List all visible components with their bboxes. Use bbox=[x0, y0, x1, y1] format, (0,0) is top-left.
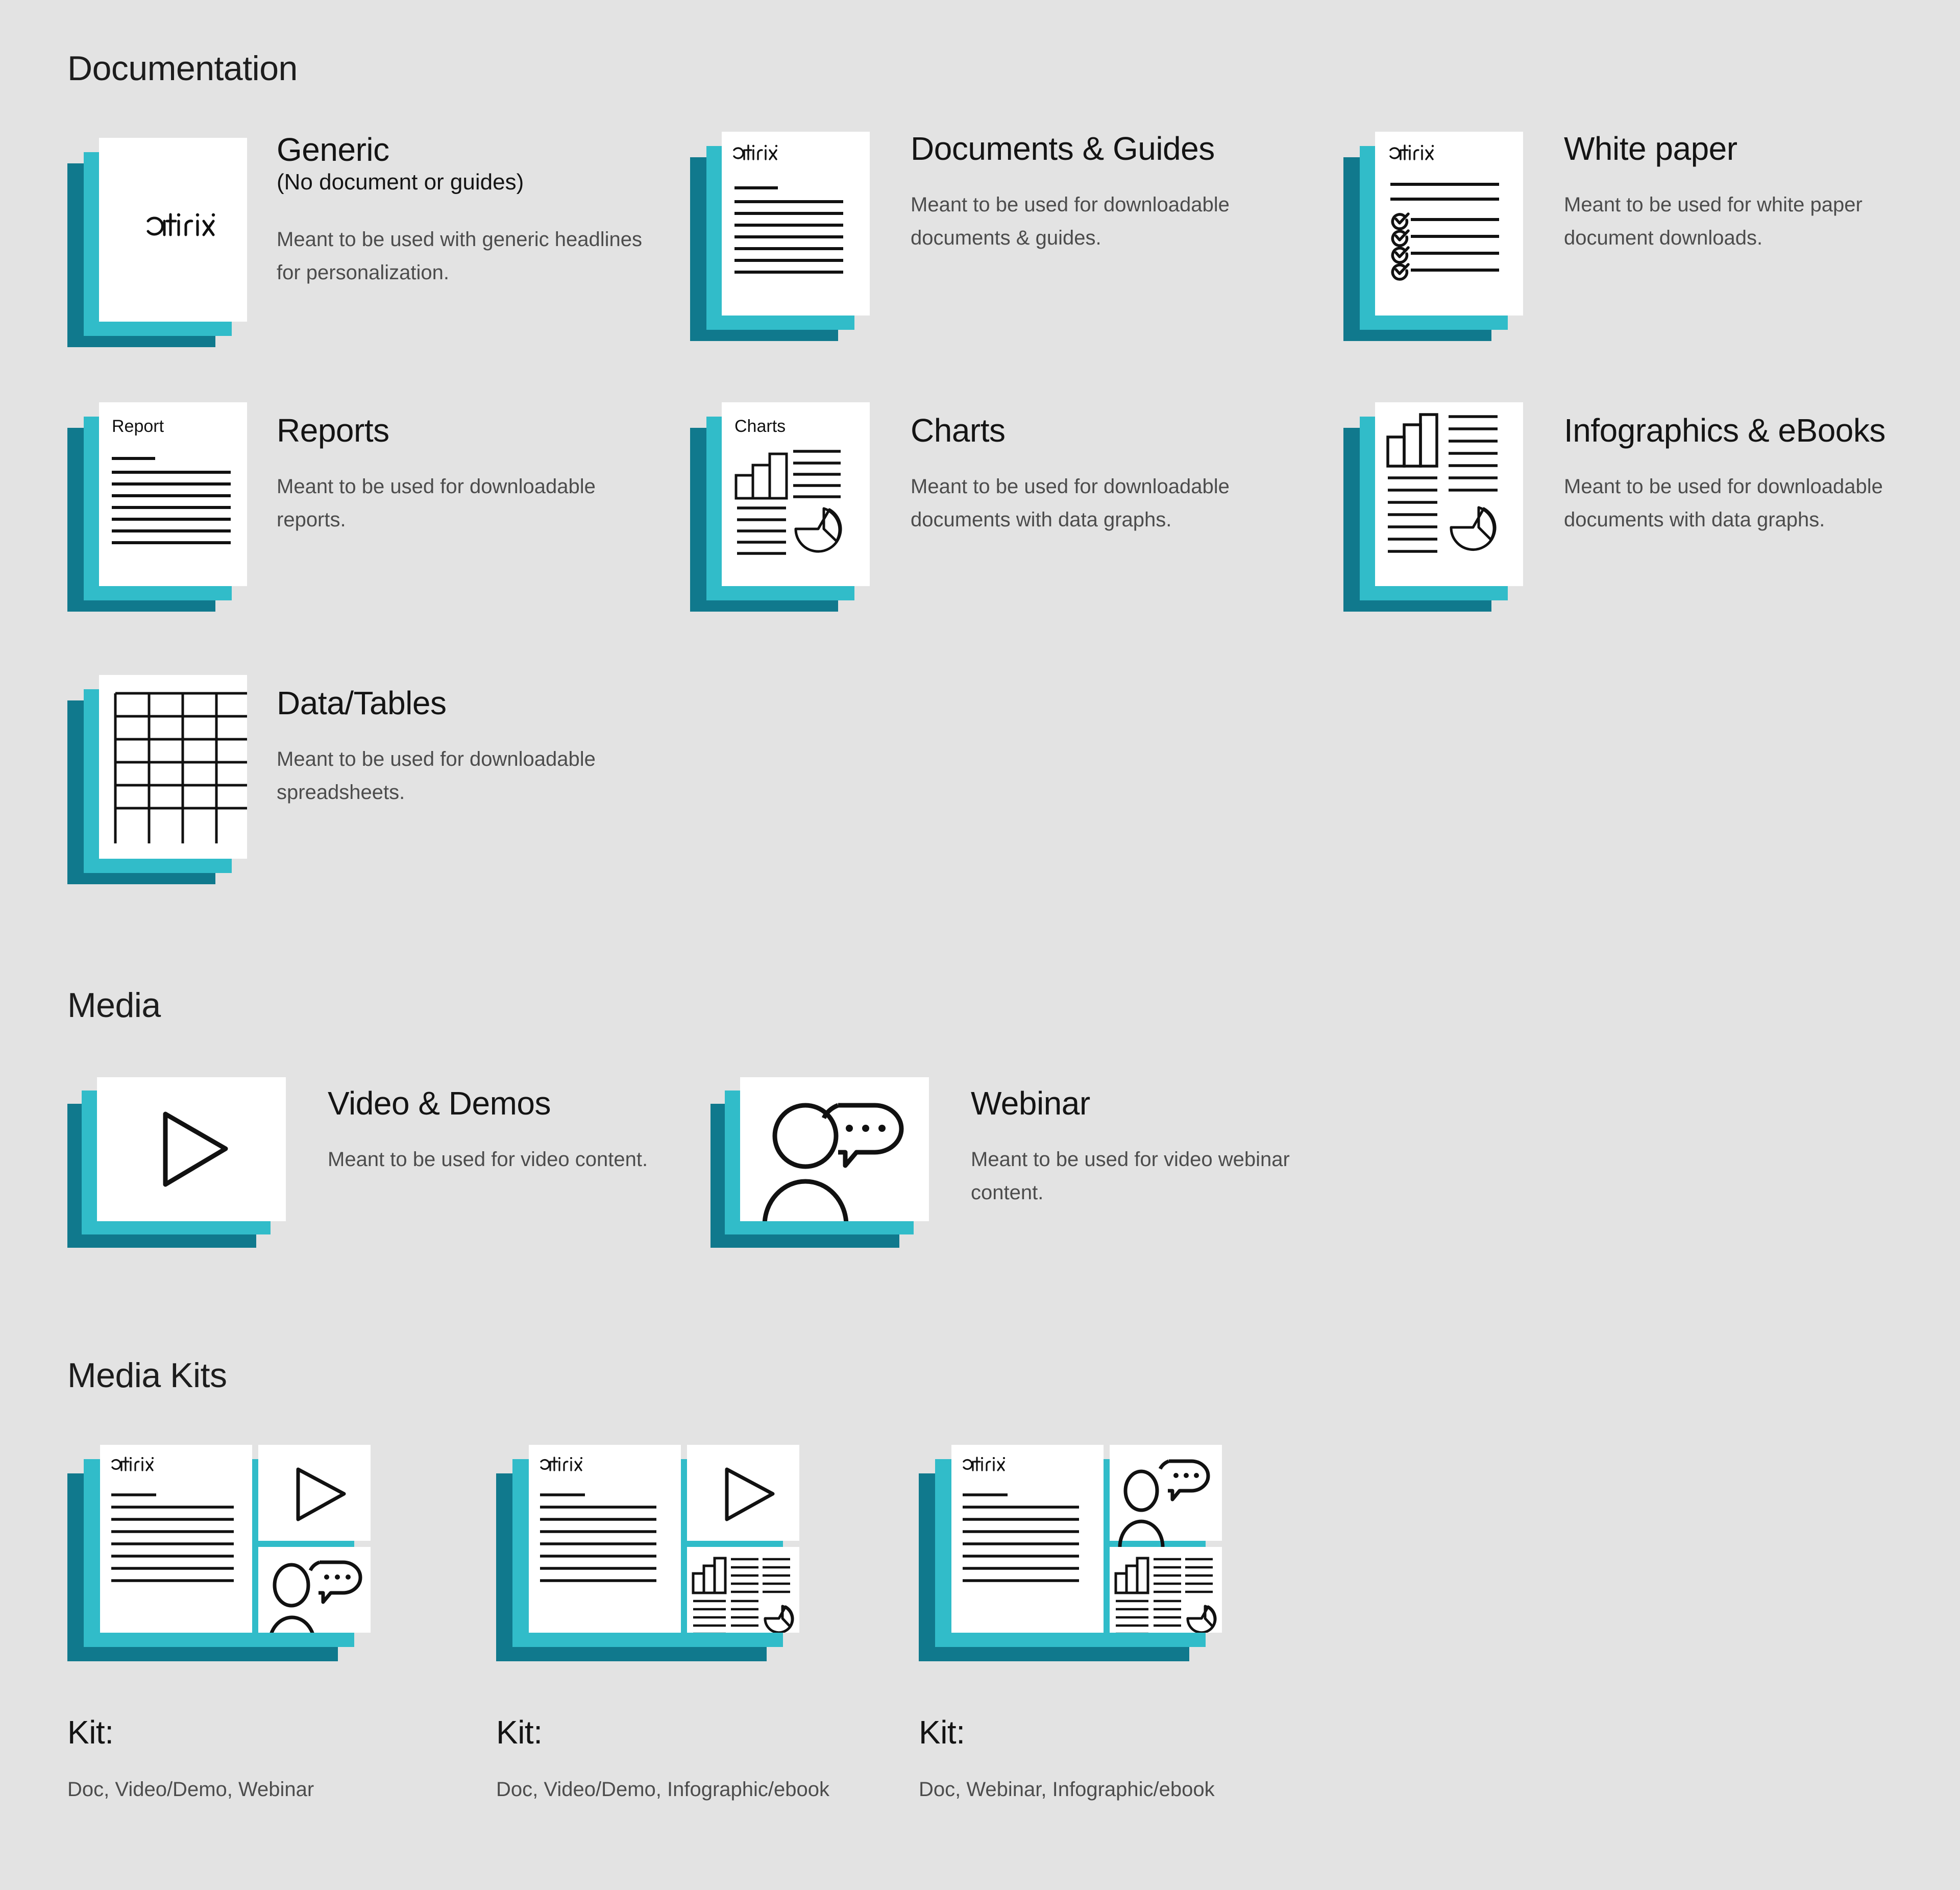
item-text-block: Documents & Guides Meant to be used for … bbox=[911, 130, 1319, 255]
section-title-documentation: Documentation bbox=[67, 49, 298, 88]
item-description: Meant to be used for downloadable docume… bbox=[1564, 475, 1883, 531]
stack-layer-front bbox=[1375, 132, 1523, 316]
item-text-block: White paper Meant to be used for white p… bbox=[1564, 130, 1952, 255]
stack-layer-front: Charts bbox=[722, 402, 870, 586]
document-body-icon bbox=[733, 144, 843, 274]
pie-chart-icon bbox=[794, 507, 842, 553]
report-body-icon: Report bbox=[112, 417, 231, 544]
stack-layer-front bbox=[529, 1445, 799, 1633]
stack-layer-front bbox=[97, 1077, 286, 1221]
item-text-block: Infographics & eBooks Meant to be used f… bbox=[1564, 412, 1960, 537]
item-description: Meant to be used for white paper documen… bbox=[1564, 193, 1863, 249]
item-title: Webinar bbox=[971, 1085, 1090, 1122]
kit-panels-icon bbox=[951, 1445, 1222, 1633]
item-title: Infographics & eBooks bbox=[1564, 412, 1885, 449]
item-description: Meant to be used for downloadable docume… bbox=[911, 475, 1230, 531]
play-triangle-icon bbox=[163, 1111, 228, 1187]
item-description: Meant to be used for downloadable docume… bbox=[911, 193, 1230, 249]
item-title: White paper bbox=[1564, 130, 1737, 167]
kit-text-block: Kit: Doc, Video/Demo, Webinar bbox=[67, 1715, 476, 1806]
kit-title: Kit: bbox=[496, 1714, 543, 1751]
kit-doc-panel bbox=[951, 1445, 1104, 1633]
stack-layer-front bbox=[99, 138, 247, 322]
item-title: Generic bbox=[277, 131, 389, 168]
stack-layer-front: Report bbox=[99, 402, 247, 586]
person-speech-bubble-icon bbox=[762, 1103, 904, 1221]
item-description: Meant to be used for video content. bbox=[328, 1148, 648, 1171]
section-title-media-kits: Media Kits bbox=[67, 1356, 227, 1395]
table-grid-icon bbox=[114, 692, 247, 843]
item-text-block: Charts Meant to be used for downloadable… bbox=[911, 412, 1309, 537]
pie-chart-icon bbox=[1450, 506, 1497, 551]
item-title: Video & Demos bbox=[328, 1085, 551, 1122]
stack-layer-front bbox=[951, 1445, 1222, 1633]
item-text-block: Video & Demos Meant to be used for video… bbox=[328, 1086, 685, 1176]
item-text-block: Reports Meant to be used for downloadabl… bbox=[277, 412, 685, 537]
infographic-body-icon bbox=[1386, 413, 1498, 553]
kit-text-block: Kit: Doc, Webinar, Infographic/ebook bbox=[919, 1715, 1353, 1806]
kit-video-panel bbox=[687, 1445, 799, 1541]
citrix-wordmark-icon bbox=[146, 213, 215, 236]
stack-layer-front bbox=[740, 1077, 929, 1221]
item-description: Meant to be used for downloadable report… bbox=[277, 475, 596, 531]
section-title-media: Media bbox=[67, 986, 161, 1025]
stack-layer-front bbox=[722, 132, 870, 316]
item-description: Meant to be used for downloadable spread… bbox=[277, 748, 596, 804]
item-description: Meant to be used with generic headlines … bbox=[277, 228, 643, 284]
item-title: Reports bbox=[277, 412, 389, 449]
item-text-block: Webinar Meant to be used for video webin… bbox=[971, 1086, 1328, 1209]
person-body-icon bbox=[762, 1179, 849, 1221]
item-title: Documents & Guides bbox=[911, 130, 1215, 167]
kit-doc-panel bbox=[529, 1445, 681, 1633]
stack-layer-front bbox=[100, 1445, 371, 1633]
kit-text-block: Kit: Doc, Video/Demo, Infographic/ebook bbox=[496, 1715, 930, 1806]
stack-layer-front bbox=[1375, 402, 1523, 586]
kit-description: Doc, Video/Demo, Webinar bbox=[67, 1778, 314, 1801]
bar-chart-icon bbox=[734, 452, 788, 500]
kit-video-panel bbox=[258, 1445, 371, 1541]
item-text-block: Generic (No document or guides) Meant to… bbox=[277, 131, 680, 289]
kit-title: Kit: bbox=[919, 1714, 965, 1751]
stack-layer-front bbox=[99, 675, 247, 859]
sheet-label: Report bbox=[112, 417, 164, 436]
kit-description: Doc, Webinar, Infographic/ebook bbox=[919, 1778, 1215, 1801]
kit-panels-icon bbox=[100, 1445, 371, 1633]
bar-chart-icon bbox=[1386, 413, 1438, 468]
item-subtitle: (No document or guides) bbox=[277, 169, 524, 195]
kit-doc-panel bbox=[100, 1445, 252, 1633]
kit-panels-icon bbox=[529, 1445, 799, 1633]
charts-body-icon: Charts bbox=[734, 417, 842, 555]
checklist-body-icon bbox=[1389, 144, 1499, 281]
item-text-block: Data/Tables Meant to be used for downloa… bbox=[277, 686, 685, 809]
kit-title: Kit: bbox=[67, 1714, 114, 1751]
item-title: Data/Tables bbox=[277, 685, 447, 721]
kit-description: Doc, Video/Demo, Infographic/ebook bbox=[496, 1778, 829, 1801]
item-description: Meant to be used for video webinar conte… bbox=[971, 1148, 1290, 1204]
content-type-icon-sheet: Documentation Generic (No document or gu… bbox=[0, 0, 1960, 1890]
item-title: Charts bbox=[911, 412, 1006, 449]
check-mark-icon bbox=[1391, 212, 1410, 281]
sheet-label: Charts bbox=[734, 417, 786, 436]
